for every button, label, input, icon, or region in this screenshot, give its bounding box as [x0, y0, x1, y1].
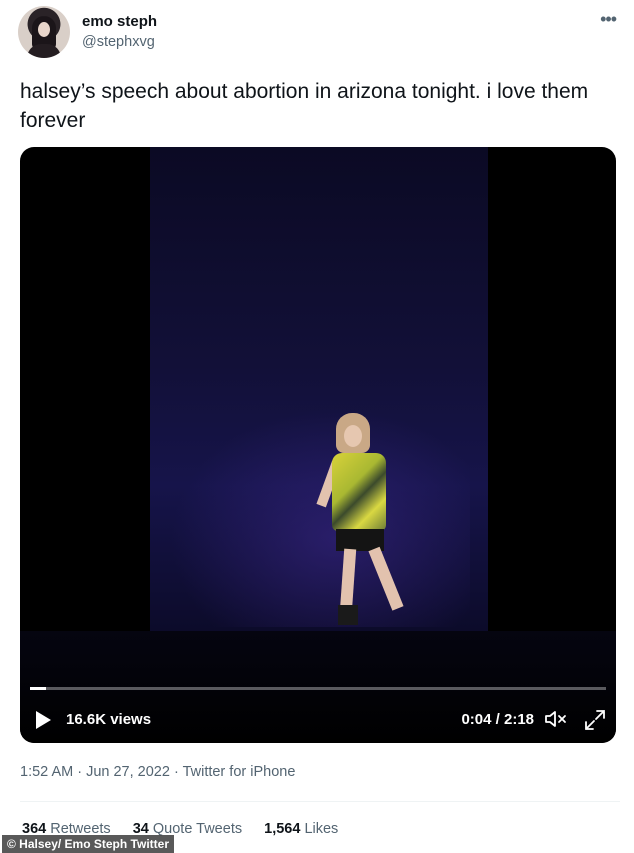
- mute-icon[interactable]: [544, 709, 568, 729]
- more-horizontal-icon[interactable]: •••: [600, 10, 617, 28]
- performer-leg-right: [368, 546, 404, 611]
- tweet-source[interactable]: Twitter for iPhone: [183, 764, 296, 780]
- video-time: 0:04 / 2:18: [461, 711, 534, 728]
- divider: [20, 801, 620, 802]
- tweet-meta: 1:52 AM · Jun 27, 2022 · Twitter for iPh…: [20, 764, 295, 780]
- tweet-timestamp[interactable]: 1:52 AM · Jun 27, 2022: [20, 764, 170, 780]
- video-progress-bar[interactable]: [30, 687, 606, 690]
- tweet-text: halsey’s speech about abortion in arizon…: [20, 80, 589, 132]
- avatar[interactable]: [18, 6, 70, 58]
- play-icon[interactable]: [36, 711, 51, 729]
- photo-credit: © Halsey/ Emo Steph Twitter: [2, 835, 174, 853]
- display-name[interactable]: emo steph: [82, 13, 157, 30]
- avatar-face: [38, 22, 50, 37]
- avatar-body: [27, 44, 61, 58]
- performer-leg-left: [339, 548, 357, 614]
- video-progress-fill: [30, 687, 47, 690]
- fullscreen-icon[interactable]: [584, 709, 606, 731]
- performer-shirt: [332, 453, 386, 531]
- view-count: 16.6K views: [66, 711, 152, 728]
- meta-separator: ·: [169, 764, 183, 780]
- video-frame-performer: [316, 409, 430, 629]
- performer-boot: [338, 605, 358, 625]
- likes-label: Likes: [304, 821, 339, 837]
- user-handle[interactable]: @stephxvg: [82, 34, 155, 50]
- likes-stat[interactable]: 1,564 Likes: [264, 821, 338, 837]
- video-player[interactable]: 16.6K views 0:04 / 2:18: [20, 147, 616, 743]
- likes-count: 1,564: [264, 821, 301, 837]
- tweet-header: emo steph @stephxvg •••: [18, 6, 620, 62]
- performer-face: [344, 425, 362, 447]
